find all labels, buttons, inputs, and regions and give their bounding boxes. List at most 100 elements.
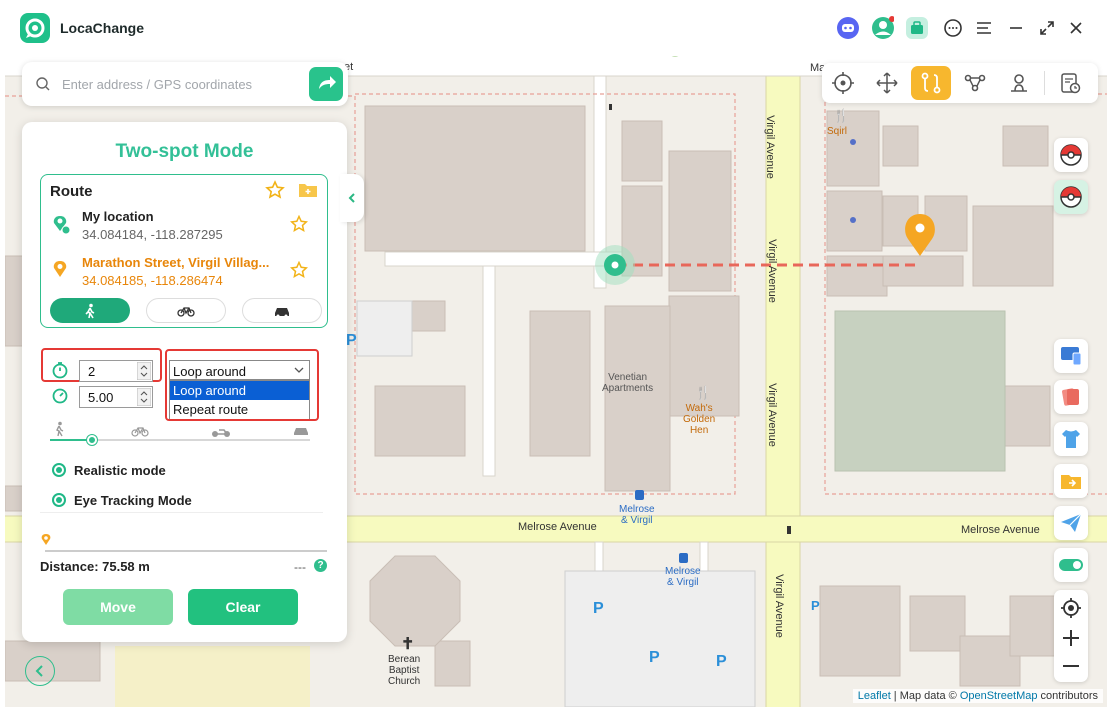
cards-button[interactable]: [1054, 380, 1088, 414]
close-icon[interactable]: [1064, 16, 1088, 40]
route-type-select[interactable]: Loop around: [169, 360, 310, 380]
toolbar-divider: [1044, 71, 1045, 95]
search-go-button[interactable]: [309, 67, 343, 101]
move-arrows-icon: [876, 72, 898, 94]
distance-remaining: ---: [294, 560, 306, 574]
repeat-count-stepper[interactable]: 2: [79, 360, 153, 382]
map-attribution: Leaflet | Map data © OpenStreetMap contr…: [852, 689, 1103, 703]
speedometer-icon: [51, 387, 69, 410]
speed-stepper[interactable]: 5.00: [79, 386, 153, 408]
user-account-icon[interactable]: [870, 16, 894, 40]
joystick-mode-button[interactable]: [869, 66, 905, 100]
back-button[interactable]: [25, 656, 55, 686]
leaflet-link[interactable]: Leaflet: [858, 690, 891, 702]
move-button[interactable]: Move: [63, 589, 173, 625]
multi-spot-mode-button[interactable]: [957, 66, 993, 100]
walk-mode-button[interactable]: [50, 298, 130, 323]
realistic-mode-radio[interactable]: [52, 463, 66, 477]
paper-plane-icon: [1061, 513, 1082, 532]
speed-value: 5.00: [88, 390, 114, 405]
locate-icon: [1061, 598, 1081, 618]
route-option-loop[interactable]: Loop around: [170, 381, 309, 400]
bike-mode-button[interactable]: [146, 298, 226, 323]
toolbox-icon[interactable]: [905, 16, 929, 40]
street-label-virgil-2: Virgil Avenue: [765, 239, 778, 303]
osm-link[interactable]: OpenStreetMap: [960, 690, 1038, 702]
realistic-mode-option[interactable]: Realistic mode: [52, 460, 166, 480]
chat-feedback-icon[interactable]: [941, 16, 965, 40]
search-input[interactable]: [62, 72, 302, 96]
pokeball-button[interactable]: [1054, 138, 1088, 172]
collapse-panel-button[interactable]: [340, 174, 364, 222]
minimize-icon[interactable]: [1004, 16, 1028, 40]
help-icon[interactable]: ?: [314, 559, 327, 572]
two-spot-route-icon: [921, 72, 941, 94]
bicycle-icon: [177, 306, 195, 317]
realistic-mode-label: Realistic mode: [74, 462, 166, 478]
distance-progress-track: [45, 550, 327, 552]
car-icon: [275, 307, 289, 317]
two-spot-mode-button[interactable]: [911, 66, 951, 100]
stepper-arrows-icon[interactable]: [137, 362, 151, 380]
speed-slider-fill: [50, 439, 92, 441]
app-title: LocaChange: [60, 20, 145, 36]
street-label-melrose-right: Melrose Avenue: [961, 524, 1040, 536]
history-button[interactable]: [1052, 66, 1088, 100]
panel-title: Two-spot Mode: [115, 141, 254, 162]
toggle-switch-button[interactable]: [1054, 548, 1088, 582]
discord-icon[interactable]: [836, 16, 860, 40]
multi-device-button[interactable]: [1054, 339, 1088, 373]
history-icon: [1061, 73, 1081, 94]
locate-me-button[interactable]: [1059, 596, 1083, 620]
parking-icon: P: [649, 649, 660, 666]
route-type-selected: Loop around: [173, 364, 247, 379]
person-pin-icon: [1011, 74, 1027, 92]
favorite-route-icon[interactable]: [265, 180, 285, 205]
maximize-icon[interactable]: [1035, 16, 1059, 40]
multi-spot-icon: [964, 74, 986, 92]
favorite-end-icon[interactable]: [289, 260, 309, 284]
zoom-out-button[interactable]: [1059, 654, 1083, 678]
pokeball-icon: [1060, 186, 1082, 208]
street-label-virgil-3: Virgil Avenue: [765, 383, 778, 447]
clear-button[interactable]: Clear: [188, 589, 298, 625]
cards-icon: [1062, 388, 1079, 406]
parking-icon: P: [346, 332, 357, 349]
street-label-virgil-1: Virgil Avenue: [763, 115, 776, 179]
folder-icon: [1061, 475, 1081, 489]
panel-divider: [40, 512, 323, 513]
import-folder-button[interactable]: [1054, 464, 1088, 498]
mode-toolbar: [822, 63, 1098, 103]
route-heading: Route: [50, 183, 93, 200]
pokeball-icon: [1060, 144, 1082, 166]
start-location-coords: 34.084184, -118.287295: [82, 227, 223, 242]
send-button[interactable]: [1054, 506, 1088, 540]
poi-venetian-apartments: Venetian Apartments: [602, 372, 654, 394]
distance-label: Distance: 75.58 m: [40, 559, 150, 574]
bike-parking-icon: P: [811, 598, 820, 613]
end-location-name: Marathon Street, Virgil Villag...: [82, 255, 270, 270]
pokeball-toggle-button[interactable]: [1054, 180, 1088, 214]
route-option-repeat[interactable]: Repeat route: [170, 400, 309, 419]
stepper-arrows-icon[interactable]: [137, 388, 151, 406]
attribution-sep: | Map data ©: [890, 690, 960, 702]
repeat-count-value: 2: [88, 364, 96, 379]
teleport-mode-button[interactable]: [825, 66, 861, 100]
poi-melrose-virgil-1: Melrose & Virgil: [619, 504, 655, 526]
title-bar: LocaChange: [0, 0, 1111, 56]
zoom-controls: [1054, 590, 1088, 682]
menu-icon[interactable]: [972, 16, 996, 40]
shirt-button[interactable]: [1054, 422, 1088, 456]
speed-slider-knob[interactable]: [86, 435, 97, 445]
favorite-start-icon[interactable]: [289, 214, 309, 238]
jump-teleport-button[interactable]: [1001, 66, 1037, 100]
eye-tracking-option[interactable]: Eye Tracking Mode: [52, 490, 192, 510]
chevron-left-icon: [348, 193, 355, 203]
save-route-folder-icon[interactable]: [298, 181, 318, 204]
zoom-in-button[interactable]: [1059, 626, 1083, 650]
car-mode-button[interactable]: [242, 298, 322, 323]
shirt-icon: [1062, 430, 1080, 448]
restaurant-icon: 🍴: [833, 108, 850, 123]
street-label-virgil-4: Virgil Avenue: [772, 574, 785, 638]
eye-tracking-radio[interactable]: [52, 493, 66, 507]
